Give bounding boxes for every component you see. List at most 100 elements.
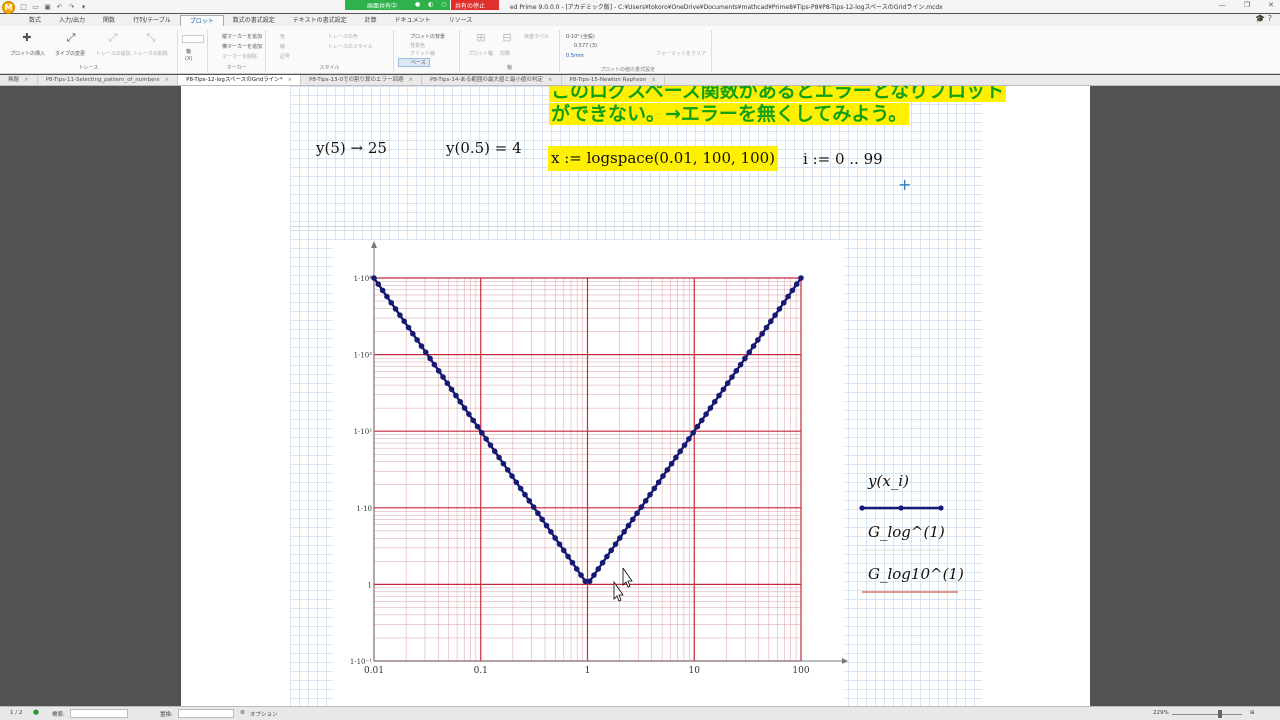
ribbon-tab-8[interactable]: ドキュメント — [386, 15, 440, 26]
document-tab-3[interactable]: P8-Tips-13-0での割り算のエラー回避 × — [301, 75, 423, 85]
ribbon-tab-3[interactable]: 行列/テーブル — [124, 15, 180, 26]
series-point — [483, 436, 489, 442]
base-button[interactable]: ベース — [398, 58, 430, 67]
document-tab-5[interactable]: P8-Tips-15-Newton Raphson × — [562, 75, 665, 85]
close-tab-icon[interactable]: × — [288, 77, 293, 83]
gridlines-button[interactable]: グリッド線 — [410, 50, 435, 57]
quick-access-dropdown-icon[interactable]: ▾ — [79, 3, 88, 11]
options-icon[interactable]: ⚙ — [240, 710, 245, 716]
worksheet-area: このログスペース関数があるとエラーとなりプロット ができない。→エラーを無くして… — [0, 86, 1280, 706]
ribbon-group-axis: ⊞ プロット軸 ⊟ 対数 目盛ラベル 軸 — [460, 30, 560, 72]
ribbon-tab-4[interactable]: プロット — [179, 15, 224, 26]
ribbon-tab-9[interactable]: リソース — [440, 15, 482, 26]
undo-icon[interactable]: ↶ — [55, 3, 64, 11]
delete-trace-button[interactable]: トレースの削除 — [133, 50, 168, 57]
document-tab-1[interactable]: P8-Tips-11-Selecting_pattern_of_numbers × — [38, 75, 179, 85]
series-point — [591, 572, 597, 578]
maximize-icon[interactable]: ❐ — [1244, 1, 1250, 9]
series-point — [746, 349, 753, 356]
series-point — [427, 355, 433, 362]
series-point — [789, 287, 796, 294]
legend-label-y-xi[interactable]: y(x_i) — [868, 472, 909, 490]
close-tab-icon[interactable]: × — [408, 77, 413, 83]
ribbon-group-trace: ✚ プロットの挿入 ⤢ タイプの変更 ⤢ トレースの追加 ⤡ トレースの削除 ト… — [0, 30, 178, 72]
document-tab-4[interactable]: P8-Tips-14-ある範囲の最大値と最小値の判定 × — [422, 75, 562, 85]
redo-icon[interactable]: ↷ — [67, 3, 76, 11]
close-tab-icon[interactable]: × — [651, 77, 656, 83]
change-type-icon[interactable]: ⤢ — [64, 32, 78, 44]
stop-sharing-button[interactable]: 共有の停止 — [451, 0, 499, 10]
add-trace-icon: ⤢ — [108, 31, 118, 44]
symbol-dropdown[interactable]: 記号 — [280, 53, 290, 60]
plot-axis-button[interactable]: プロット軸 — [468, 50, 493, 57]
insert-plot-button[interactable]: プロットの挿入 — [10, 50, 45, 57]
search-input[interactable] — [70, 709, 128, 718]
plot-background-button[interactable]: プロットの背景 — [410, 33, 445, 40]
trace-style-dropdown[interactable]: トレースのスタイル — [328, 43, 373, 50]
add-trace-button[interactable]: トレースの追加 — [96, 50, 131, 57]
y-tick-label: 1·10 — [356, 505, 372, 513]
ribbon-tab-2[interactable]: 関数 — [94, 15, 124, 26]
number-unit-select[interactable]: 0.5mm — [566, 53, 584, 59]
app-logo[interactable]: M — [2, 1, 15, 14]
insert-plot-icon[interactable]: ✚ — [20, 32, 34, 44]
series-point — [556, 541, 563, 547]
axis-select[interactable] — [182, 35, 204, 43]
document-tab-0[interactable]: 無題 × — [0, 75, 38, 85]
clear-format-button[interactable]: フォーマットをクリア — [656, 50, 706, 57]
delete-trace-icon: ⤡ — [146, 31, 156, 44]
delete-marker-button[interactable]: マーカーを削除 — [222, 53, 257, 60]
ribbon-tab-0[interactable]: 数式 — [20, 15, 50, 26]
window-title: ed Prime 9.0.0.0 - [アカデミック版] - C:¥Users¥… — [510, 4, 943, 11]
ribbon-tab-5[interactable]: 数式の書式設定 — [224, 15, 284, 26]
legend-label-glog[interactable]: G_log^(1) — [868, 523, 945, 541]
series-point — [737, 361, 744, 368]
close-tab-icon[interactable]: × — [165, 77, 170, 83]
save-icon[interactable]: ▣ — [43, 3, 52, 11]
series-point — [448, 386, 455, 393]
trace-color-dropdown[interactable]: トレースの色 — [328, 33, 358, 40]
share-status-label: 画面共有中 — [367, 2, 398, 10]
add-vertical-marker-button[interactable]: 縦マーカーを追加 — [222, 33, 262, 40]
window-controls: — ❐ ✕ — [1219, 1, 1274, 9]
number-format-select[interactable]: 0-10⁰ (全般) — [566, 33, 595, 40]
series-point — [720, 386, 727, 393]
tick-label-button[interactable]: 目盛ラベル — [524, 33, 549, 40]
color-dropdown[interactable]: 色 — [280, 33, 285, 40]
group-title-marker: マーカー — [226, 65, 247, 71]
options-button[interactable]: オプション — [250, 710, 278, 718]
new-document-icon[interactable]: □ — [19, 3, 28, 11]
series-point — [513, 479, 520, 486]
close-tab-icon[interactable]: × — [548, 77, 553, 83]
zoom-slider[interactable] — [1172, 714, 1242, 715]
series-point — [785, 293, 791, 300]
change-type-button[interactable]: タイプの変更 — [55, 50, 85, 57]
log-log-plot[interactable]: 0.01 0.1 1 10 100 1·10⁻¹ 1 1·10 1·10² 1·10³ 1·10⁴ — [0, 86, 1280, 706]
series-point — [509, 473, 515, 479]
open-folder-icon[interactable]: ▭ — [31, 3, 40, 11]
series-point — [642, 498, 649, 504]
background-color-button[interactable]: 背景色 — [410, 42, 425, 49]
legend-label-glog10[interactable]: G_log10^(1) — [868, 565, 964, 583]
minimize-icon[interactable]: — — [1219, 1, 1226, 9]
log-scale-button[interactable]: 対数 — [500, 50, 510, 57]
ribbon-tab-6[interactable]: テキストの書式設定 — [284, 15, 356, 26]
number-precision-select[interactable]: 0.577 (3) — [574, 43, 597, 49]
series-point — [474, 423, 481, 430]
replace-input[interactable] — [178, 709, 234, 718]
ribbon-group-axis-select: 軸 (X) — [178, 30, 208, 72]
add-horizontal-marker-button[interactable]: 横マーカーを追加 — [222, 43, 262, 50]
help-icons[interactable]: 🎓 ? — [1255, 14, 1272, 23]
ribbon-tab-1[interactable]: 入力/出力 — [50, 15, 94, 26]
line-dropdown[interactable]: 線 — [280, 43, 285, 50]
series-point — [470, 417, 477, 424]
series-point — [479, 429, 485, 436]
zoom-slider-thumb[interactable] — [1218, 710, 1222, 718]
zoom-fit-icon[interactable]: ⊞ — [1250, 710, 1255, 716]
ribbon-tab-7[interactable]: 計算 — [356, 15, 386, 26]
x-tick-label: 10 — [689, 666, 701, 676]
document-tab-2[interactable]: P8-Tips-12-logスペースのGridライン* × — [178, 75, 302, 85]
series-point — [763, 324, 770, 331]
close-icon[interactable]: ✕ — [1268, 1, 1274, 9]
close-tab-icon[interactable]: × — [24, 77, 29, 83]
